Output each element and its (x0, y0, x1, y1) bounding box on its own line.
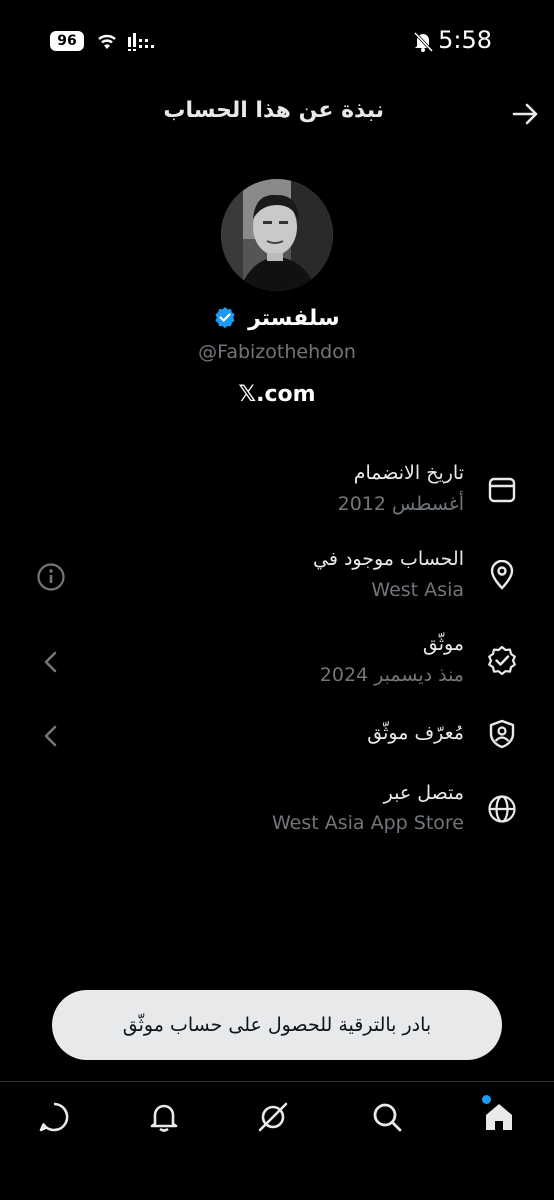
clock: 5:58 (438, 26, 492, 54)
status-bar: 96 5:58 (0, 0, 554, 80)
connected-via-title: متصل عبر (383, 782, 464, 804)
join-date-value: أغسطس 2012 (337, 493, 464, 515)
signal-icon (128, 33, 154, 51)
avatar[interactable] (221, 179, 333, 291)
profile-name-row: سلفستر (0, 306, 554, 331)
account-location-title: الحساب موجود في (313, 548, 464, 570)
grok-icon[interactable] (256, 1100, 290, 1134)
chevron-left-icon[interactable] (36, 721, 66, 751)
home-notification-dot (482, 1095, 491, 1104)
verified-id-title[interactable]: مُعرّف موثّق (367, 722, 464, 744)
join-date-title: تاريخ الانضمام (353, 462, 464, 484)
bottom-nav-divider (0, 1081, 554, 1082)
muted-bell-icon (413, 31, 434, 52)
avatar-image (221, 179, 333, 291)
back-arrow-icon[interactable] (512, 102, 540, 126)
notifications-icon[interactable] (147, 1100, 181, 1134)
location-pin-icon (490, 560, 514, 590)
search-icon[interactable] (370, 1100, 404, 1134)
verified-title[interactable]: موثّق (423, 633, 464, 655)
profile-website[interactable]: 𝕏.com (0, 382, 554, 407)
profile-name: سلفستر (248, 306, 340, 331)
messages-icon[interactable] (37, 1100, 71, 1134)
id-shield-icon (489, 719, 515, 749)
verified-since-value: منذ ديسمبر 2024 (319, 664, 464, 686)
calendar-icon (488, 477, 516, 503)
upgrade-verified-button[interactable]: بادر بالترقية للحصول على حساب موثّق (52, 990, 502, 1060)
globe-icon (488, 795, 516, 823)
wifi-icon (98, 34, 116, 49)
verified-badge-icon[interactable] (214, 306, 236, 329)
profile-handle: @Fabizothehdon (198, 341, 356, 363)
account-location-value: West Asia (371, 579, 464, 601)
info-icon[interactable] (36, 562, 66, 592)
page-title: نبذة عن هذا الحساب (163, 98, 384, 123)
home-icon[interactable] (482, 1100, 516, 1134)
chevron-left-icon[interactable] (36, 647, 66, 677)
verified-outline-icon (488, 645, 516, 675)
battery-indicator: 96 (50, 31, 84, 51)
connected-via-value: West Asia App Store (272, 812, 464, 834)
